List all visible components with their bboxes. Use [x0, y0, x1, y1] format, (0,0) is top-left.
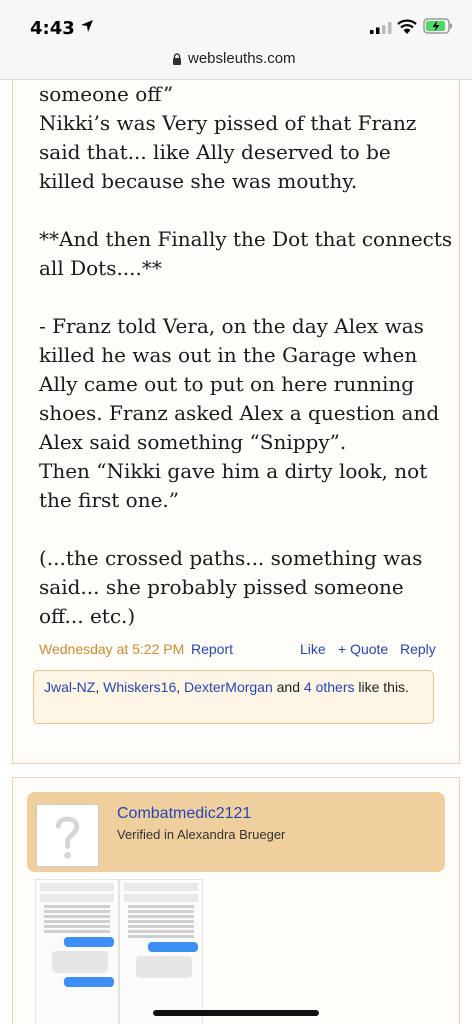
post-paragraph: someone off” Nikki’s was Very pissed of t… — [39, 80, 453, 196]
wifi-icon — [397, 19, 417, 34]
liker-link[interactable]: Jwal-NZ — [44, 679, 95, 695]
author-card: Combatmedic2121 Verified in Alexandra Br… — [27, 792, 445, 872]
reply-link[interactable]: Reply — [400, 641, 436, 657]
liker-link[interactable]: DexterMorgan — [184, 679, 273, 695]
status-time: 4:43 — [30, 18, 75, 39]
battery-charging-icon — [423, 18, 452, 34]
avatar[interactable] — [36, 804, 99, 867]
post-text: **And then Finally the Dot that connects… — [39, 227, 453, 280]
forum-post: Combatmedic2121 Verified in Alexandra Br… — [12, 777, 460, 1024]
like-link[interactable]: Like — [300, 641, 326, 657]
others-link[interactable]: 4 others — [304, 679, 355, 695]
url-text: websleuths.com — [188, 50, 296, 67]
home-indicator — [153, 1010, 319, 1016]
post-timestamp[interactable]: Wednesday at 5:22 PM — [39, 641, 184, 657]
author-title: Verified in Alexandra Brueger — [117, 827, 286, 842]
attachment-thumbnail[interactable] — [35, 879, 119, 1024]
report-link[interactable]: Report — [191, 641, 233, 657]
post-text: (...the crossed paths... something was s… — [39, 546, 423, 628]
default-avatar-icon — [37, 805, 98, 866]
likes-summary: Jwal-NZ, Whiskers16, DexterMorgan and 4 … — [33, 670, 434, 724]
post-body: someone off” Nikki’s was Very pissed of t… — [39, 80, 453, 660]
forum-post: someone off” Nikki’s was Very pissed of t… — [12, 80, 460, 764]
post-paragraph: **And then Finally the Dot that connects… — [39, 225, 453, 283]
post-actions: Wednesday at 5:22 PM Report Like + Quote… — [39, 641, 447, 661]
author-name[interactable]: Combatmedic2121 — [117, 805, 251, 823]
attachment-thumbnail[interactable] — [119, 879, 203, 1024]
post-paragraph: - Franz told Vera, on the day Alex was k… — [39, 312, 453, 515]
location-arrow-icon — [81, 20, 93, 32]
post-paragraph: (...the crossed paths... something was s… — [39, 544, 453, 631]
post-text: someone off” Nikki’s was Very pissed of t… — [39, 82, 417, 193]
post-text: - Franz told Vera, on the day Alex was k… — [39, 314, 440, 512]
quote-link[interactable]: + Quote — [338, 641, 388, 657]
likes-and-text: and — [276, 679, 300, 695]
cellular-signal-icon — [370, 22, 392, 34]
lock-icon — [173, 53, 181, 65]
likes-suffix: like this. — [358, 679, 409, 695]
liker-link[interactable]: Whiskers16 — [103, 679, 176, 695]
status-bar: 4:43 — [0, 0, 472, 48]
address-bar[interactable]: websleuths.com — [0, 48, 472, 80]
